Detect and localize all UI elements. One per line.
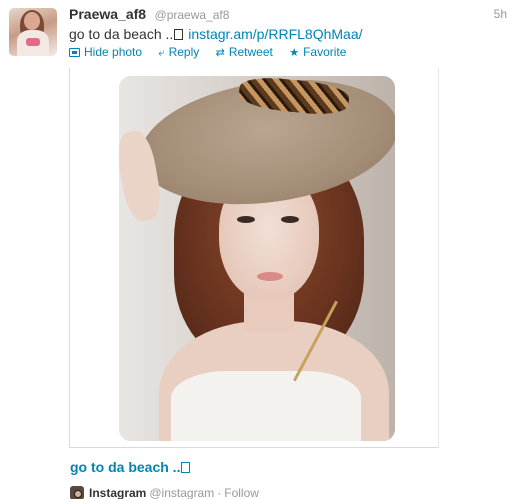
avatar[interactable] (9, 8, 57, 56)
photo-icon (69, 48, 80, 57)
tweet-actions: Hide photo ⤶ Reply ⇄ Retweet ★ Favorite (69, 45, 359, 60)
hide-photo-button[interactable]: Hide photo (69, 45, 142, 59)
missing-glyph-icon (174, 29, 184, 40)
favorite-label: Favorite (303, 45, 347, 59)
missing-glyph-icon (181, 462, 191, 473)
reply-icon: ⤶ (158, 47, 165, 59)
attribution-name[interactable]: Instagram (89, 486, 146, 499)
instagram-icon (70, 486, 84, 499)
attribution-handle[interactable]: @instagram (149, 486, 214, 499)
media-caption-text: go to da beach .. (70, 459, 181, 475)
photo-eye-left (237, 216, 255, 223)
retweet-label: Retweet (228, 45, 273, 59)
photo-lips (257, 272, 283, 281)
avatar-accent (26, 38, 40, 46)
avatar-face (24, 12, 40, 30)
hide-photo-label: Hide photo (84, 45, 143, 59)
media-container (69, 68, 439, 448)
timestamp[interactable]: 5h (494, 7, 507, 21)
attribution-separator: · (217, 486, 222, 499)
retweet-button[interactable]: ⇄ Retweet (216, 45, 273, 59)
tweet: Praewa_af8 @praewa_af8 5h go to da beach… (0, 0, 517, 499)
reply-label: Reply (168, 45, 200, 59)
fullname[interactable]: Praewa_af8 (69, 6, 146, 22)
tweet-header: Praewa_af8 @praewa_af8 5h (69, 6, 517, 26)
follow-link[interactable]: Follow (224, 486, 259, 499)
favorite-button[interactable]: ★ Favorite (289, 45, 346, 59)
reply-button[interactable]: ⤶ Reply (158, 45, 199, 60)
media-attribution: Instagram @instagram · Follow (70, 486, 259, 499)
star-icon: ★ (289, 47, 300, 59)
tweet-text-body: go to da beach .. (69, 26, 174, 42)
tweet-text: go to da beach .. instagr.am/p/RRFL8QhMa… (69, 26, 363, 42)
retweet-icon: ⇄ (215, 47, 225, 59)
tweet-link[interactable]: instagr.am/p/RRFL8QhMaa/ (188, 26, 362, 42)
username[interactable]: @praewa_af8 (155, 8, 230, 22)
photo-eye-right (281, 216, 299, 223)
photo-dress (171, 371, 361, 441)
media-caption[interactable]: go to da beach .. (70, 459, 191, 475)
tweet-photo[interactable] (119, 76, 395, 441)
